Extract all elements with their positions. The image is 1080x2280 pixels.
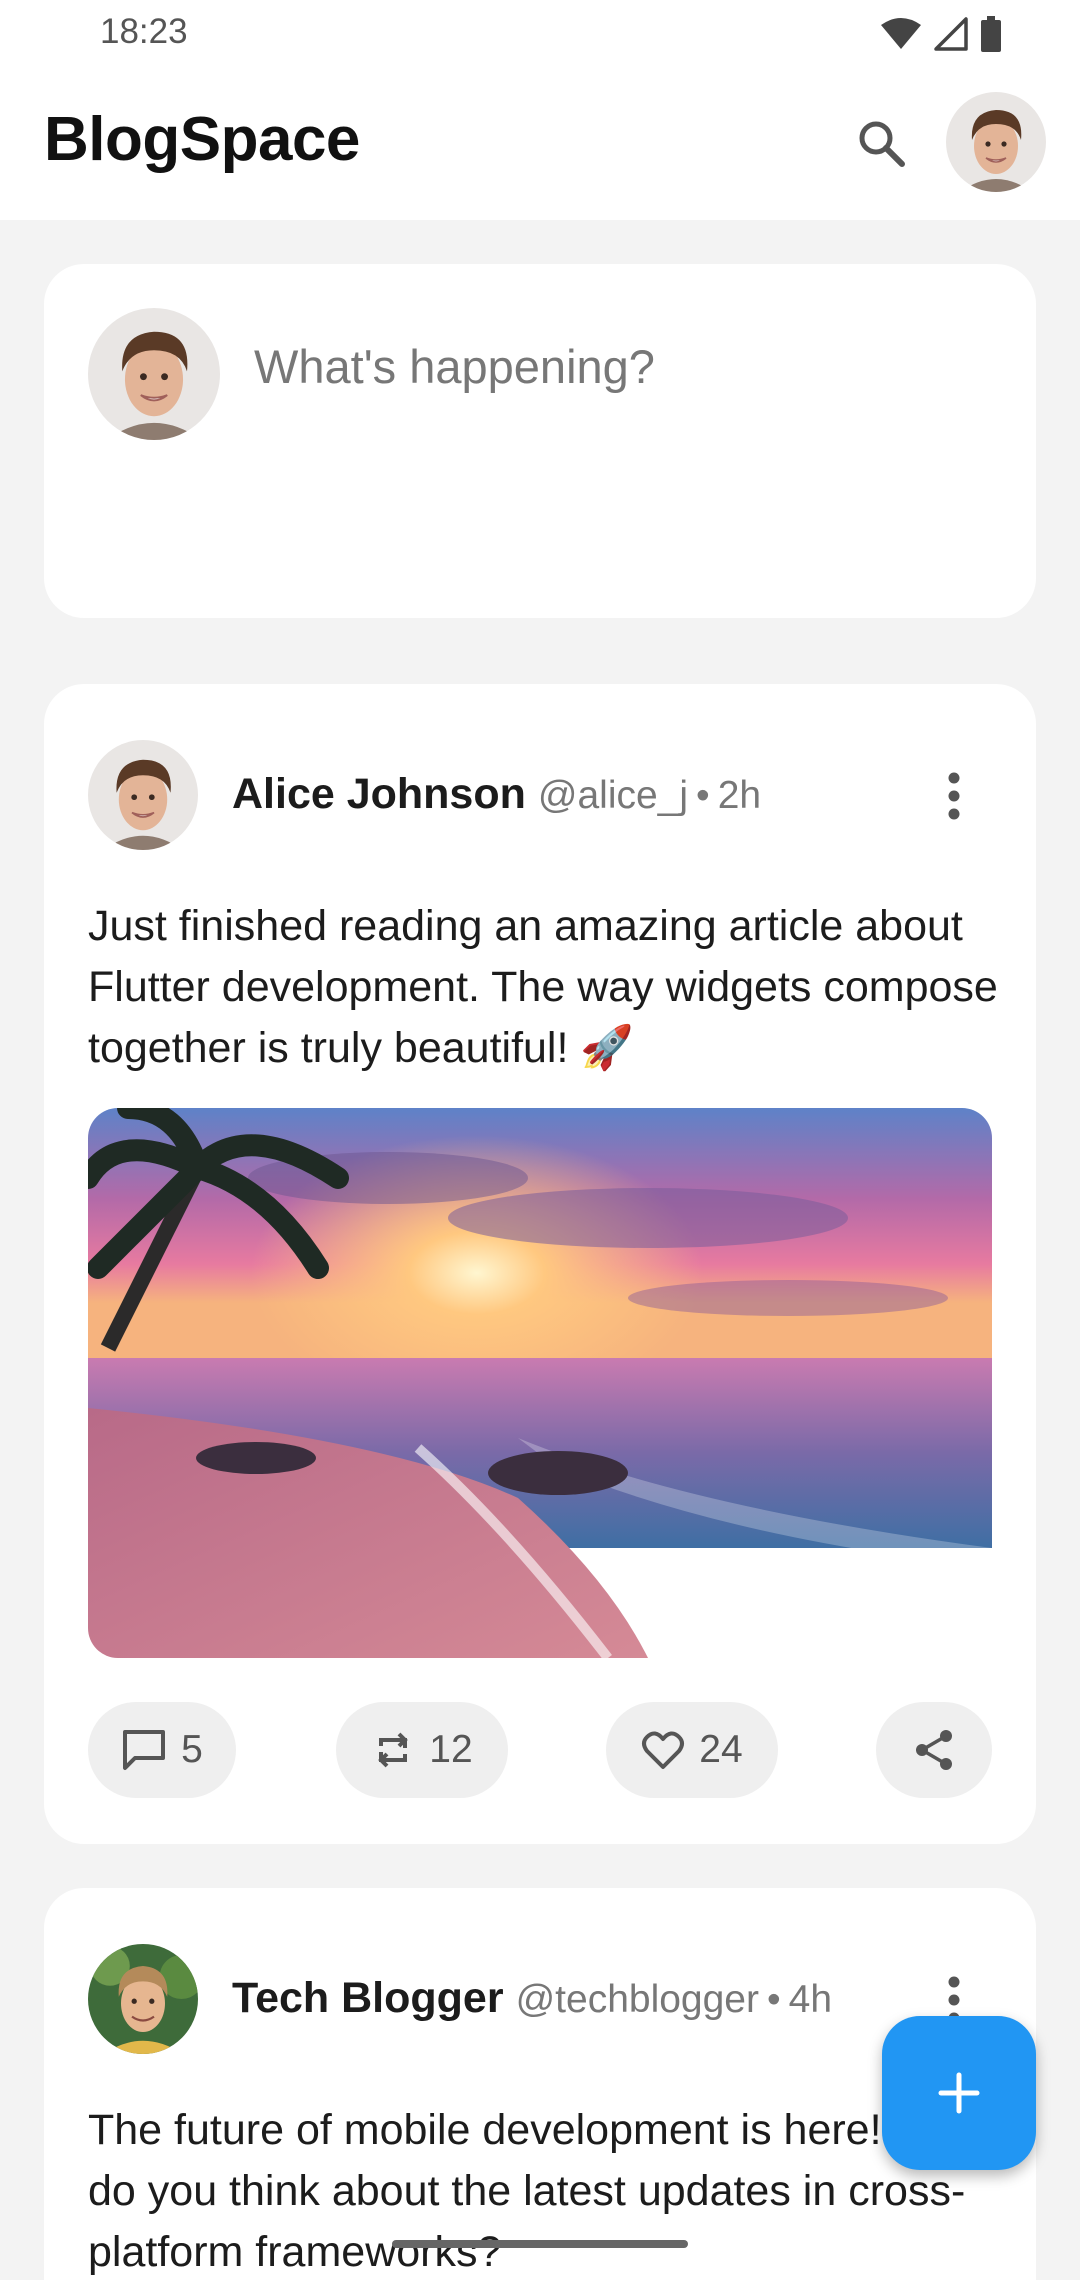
repost-count: 12 <box>429 1728 473 1771</box>
search-button[interactable] <box>848 110 914 176</box>
status-time: 18:23 <box>100 12 188 51</box>
app-title: BlogSpace <box>44 105 360 174</box>
cell-signal-icon <box>934 17 968 51</box>
composer-card <box>44 264 1036 618</box>
heart-icon <box>642 1731 685 1769</box>
avatar-face-icon <box>946 92 1046 192</box>
post-header: Tech Blogger @techblogger • 4h <box>232 1974 832 2023</box>
comment-icon <box>123 1730 166 1770</box>
avatar-face-icon <box>88 1944 198 2054</box>
profile-avatar[interactable] <box>946 92 1046 192</box>
battery-icon <box>981 16 1001 52</box>
status-bar: 18:23 <box>0 0 1080 66</box>
share-button[interactable] <box>876 1702 992 1798</box>
like-count: 24 <box>699 1728 743 1771</box>
share-icon <box>916 1730 952 1770</box>
post-text: The future of mobile development is here… <box>88 2106 994 2276</box>
plus-icon <box>938 2072 980 2114</box>
like-button[interactable]: 24 <box>606 1702 778 1798</box>
post-text: Just finished reading an amazing article… <box>88 902 998 1072</box>
author-handle: @techblogger <box>515 1978 759 2021</box>
gesture-nav-handle[interactable] <box>392 2240 688 2248</box>
repost-icon <box>378 1732 409 1768</box>
post-avatar[interactable] <box>88 740 198 850</box>
comment-button[interactable]: 5 <box>88 1702 236 1798</box>
post-header: Alice Johnson @alice_j • 2h <box>232 770 761 819</box>
search-icon <box>859 121 905 167</box>
more-options-button[interactable] <box>924 756 984 836</box>
more-vert-icon <box>948 772 960 820</box>
new-post-fab[interactable] <box>882 2016 1036 2170</box>
post-time: 4h <box>788 1978 833 2021</box>
post-image[interactable] <box>88 1108 992 1658</box>
post-card: Alice Johnson @alice_j • 2h Just finishe… <box>44 684 1036 1844</box>
composer-avatar <box>88 308 220 440</box>
author-name[interactable]: Tech Blogger <box>232 1974 504 2023</box>
author-name[interactable]: Alice Johnson <box>232 770 526 819</box>
compose-input[interactable] <box>254 336 994 396</box>
separator-dot: • <box>767 1978 781 2021</box>
comment-count: 5 <box>181 1728 203 1771</box>
post-time: 2h <box>717 774 762 817</box>
repost-button[interactable]: 12 <box>336 1702 508 1798</box>
author-handle: @alice_j <box>537 774 689 817</box>
status-icons <box>880 16 1002 52</box>
app-bar: BlogSpace <box>0 66 1080 220</box>
wifi-icon <box>881 18 921 49</box>
sunset-beach-image <box>88 1108 992 1658</box>
avatar-face-icon <box>88 740 198 850</box>
post-avatar[interactable] <box>88 1944 198 2054</box>
separator-dot: • <box>696 774 710 817</box>
avatar-face-icon <box>88 308 220 440</box>
